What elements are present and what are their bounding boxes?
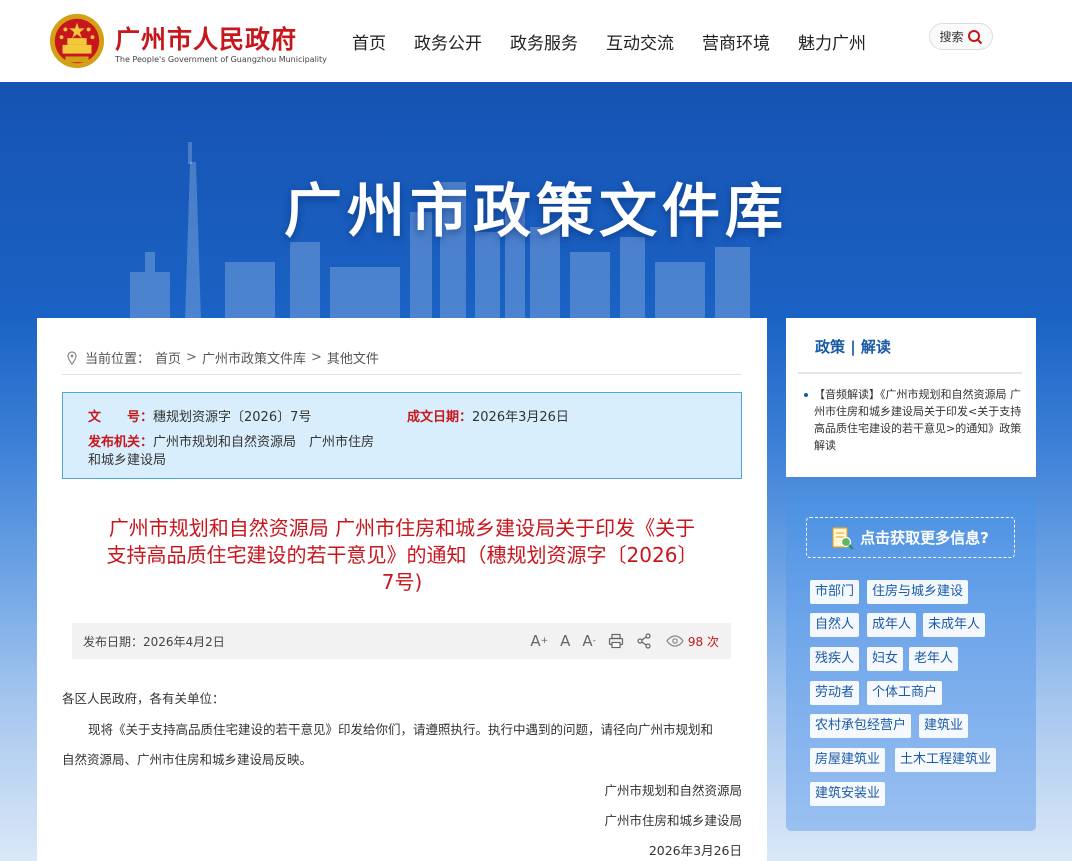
tag-worker[interactable]: 劳动者 — [810, 681, 860, 705]
breadcrumb-sep: > — [310, 350, 322, 365]
document-title-line: 7号) — [381, 570, 423, 594]
publish-date: 发布日期：2026年4月2日 — [83, 634, 225, 649]
tag-minor[interactable]: 未成年人 — [923, 613, 986, 637]
share-icon[interactable] — [636, 633, 652, 649]
print-icon[interactable] — [608, 633, 624, 649]
tool-group: A + A A- 98 次 — [518, 632, 719, 650]
breadcrumb-sep: > — [186, 350, 197, 365]
tag-housing-construction[interactable]: 房屋建筑业 — [810, 748, 886, 772]
signature-org: 广州市住房和城乡建设局 — [604, 813, 742, 828]
search-button[interactable]: 搜索 — [929, 23, 993, 50]
more-info-panel: 点击获取更多信息? 市部门 住房与城乡建设 自然人 成年人 未成年人 残疾人 妇… — [786, 495, 1036, 831]
more-info-button[interactable]: 点击获取更多信息? — [806, 517, 1015, 558]
search-icon — [967, 29, 982, 44]
panel-title: 政策 | 解读 — [815, 338, 891, 356]
view-count: 98 次 — [666, 633, 719, 650]
meta-date-key: 成文日期： — [407, 410, 473, 425]
interpretation-link[interactable]: 【音频解读】《广州市规划和自然资源局 广州市住房和城乡建设局关于印发<关于支持高… — [804, 386, 1024, 454]
eye-icon — [666, 635, 684, 647]
main-nav: 首页 政务公开 政务服务 互动交流 营商环境 魅力广州 — [340, 0, 880, 82]
signature-date: 2026年3月26日 — [648, 843, 742, 858]
meta-date-value: 2026年3月26日 — [472, 410, 569, 425]
breadcrumb: 当前位置： 首页 > 广州市政策文件库 > 其他文件 — [65, 348, 384, 367]
banner-title: 广州市政策文件库 — [283, 177, 788, 245]
policy-interpretation-panel: 政策 | 解读 【音频解读】《广州市规划和自然资源局 广州市住房和城乡建设局关于… — [786, 318, 1036, 477]
nav-home[interactable]: 首页 — [352, 29, 386, 54]
divider — [62, 374, 742, 375]
signature-org: 广州市规划和自然资源局 — [604, 783, 742, 798]
document-title: 广州市规划和自然资源局 广州市住房和城乡建设局关于印发《关于 支持高品质住宅建设… — [82, 515, 722, 596]
meta-date: 成文日期：2026年3月26日 — [407, 406, 569, 425]
meta-doc-no: 文 号：穗规划资源字〔2026〕7号 — [88, 406, 311, 425]
nav-interaction[interactable]: 互动交流 — [606, 29, 674, 54]
meta-doc-no-key: 文 号： — [88, 410, 154, 425]
document-title-line: 广州市规划和自然资源局 广州市住房和城乡建设局关于印发《关于 — [108, 516, 696, 540]
tag-city-dept[interactable]: 市部门 — [810, 580, 860, 604]
salutation: 各区人民政府，各有关单位： — [62, 691, 225, 706]
tag-housing[interactable]: 住房与城乡建设 — [867, 580, 969, 604]
meta-org-line2: 和城乡建设局 — [88, 453, 167, 468]
site-subtitle: The People's Government of Guangzhou Mun… — [115, 55, 327, 64]
national-emblem-icon[interactable] — [48, 12, 106, 70]
tag-civil-engineering[interactable]: 土木工程建筑业 — [895, 748, 997, 772]
tag-individual-business[interactable]: 个体工商户 — [867, 681, 943, 705]
document-toolbar: 发布日期：2026年4月2日 A + A A- 98 次 — [72, 623, 731, 659]
tag-elderly[interactable]: 老年人 — [909, 647, 959, 671]
meta-doc-no-value: 穗规划资源字〔2026〕7号 — [153, 410, 312, 425]
tag-building-installation[interactable]: 建筑安装业 — [810, 782, 886, 806]
site-header: 广州市人民政府 The People's Government of Guang… — [0, 0, 1072, 82]
body-paragraph-line: 自然资源局、广州市住房和城乡建设局反映。 — [62, 752, 313, 767]
site-title[interactable]: 广州市人民政府 — [115, 20, 297, 56]
search-label: 搜索 — [939, 30, 964, 44]
document-title-line: 支持高品质住宅建设的若干意见》的通知（穗规划资源字〔2026〕 — [106, 543, 698, 567]
font-reset-icon[interactable]: A — [560, 632, 570, 650]
location-icon — [67, 350, 77, 365]
document-meta-box: 文 号：穗规划资源字〔2026〕7号 成文日期：2026年3月26日 发布机关：… — [62, 392, 742, 479]
font-increase-icon[interactable]: A + — [530, 632, 548, 650]
meta-org: 发布机关：广州市规划和自然资源局 广州市住房 — [88, 431, 374, 450]
breadcrumb-policy-lib[interactable]: 广州市政策文件库 — [202, 348, 306, 367]
document-magnifier-icon — [832, 526, 854, 550]
font-decrease-icon[interactable]: A- — [582, 632, 596, 650]
tag-women[interactable]: 妇女 — [867, 647, 904, 671]
tag-adult[interactable]: 成年人 — [867, 613, 917, 637]
body-paragraph-line: 现将《关于支持高品质住宅建设的若干意见》印发给你们，请遵照执行。执行中遇到的问题… — [88, 722, 714, 737]
tag-construction[interactable]: 建筑业 — [919, 714, 969, 738]
nav-charm-gz[interactable]: 魅力广州 — [798, 29, 866, 54]
nav-gov-services[interactable]: 政务服务 — [510, 29, 578, 54]
meta-org-value: 广州市规划和自然资源局 广州市住房 — [153, 435, 375, 450]
divider — [798, 372, 1022, 374]
breadcrumb-home[interactable]: 首页 — [155, 348, 181, 367]
breadcrumb-prefix: 当前位置： — [85, 352, 151, 367]
nav-business-env[interactable]: 营商环境 — [702, 29, 770, 54]
nav-gov-affairs[interactable]: 政务公开 — [414, 29, 482, 54]
tag-natural-person[interactable]: 自然人 — [810, 613, 860, 637]
tag-disabled[interactable]: 残疾人 — [810, 647, 860, 671]
tag-rural-contractor[interactable]: 农村承包经营户 — [810, 714, 912, 738]
main-panel: 当前位置： 首页 > 广州市政策文件库 > 其他文件 文 号：穗规划资源字〔20… — [37, 318, 767, 861]
view-count-value: 98 次 — [687, 634, 719, 649]
breadcrumb-other-docs[interactable]: 其他文件 — [327, 348, 379, 367]
meta-org-key: 发布机关： — [88, 435, 154, 450]
more-info-title: 点击获取更多信息? — [860, 529, 989, 547]
